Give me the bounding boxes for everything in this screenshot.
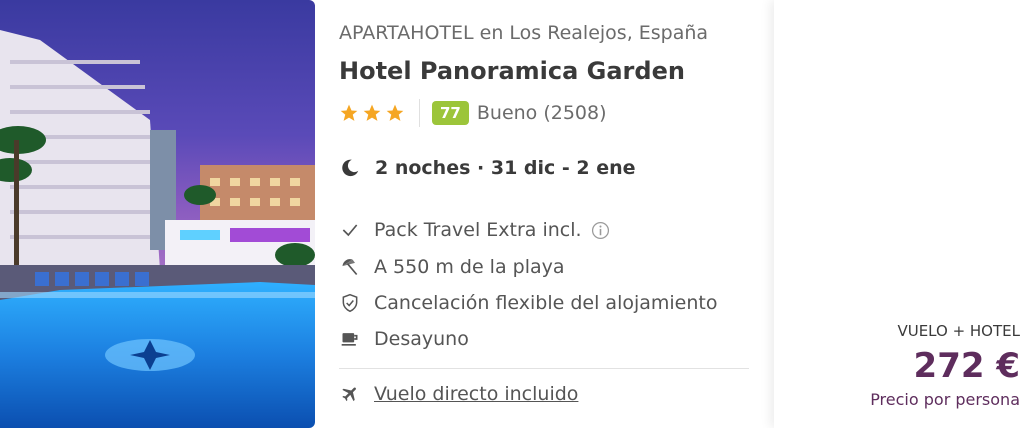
beach-umbrella-icon bbox=[339, 256, 361, 278]
coffee-cup-icon bbox=[339, 328, 361, 350]
price-panel[interactable]: VUELO + HOTEL 272 € Precio por persona bbox=[774, 0, 1036, 428]
package-type: VUELO + HOTEL bbox=[897, 322, 1020, 340]
hotel-type-location: APARTAHOTEL en Los Realejos, España bbox=[339, 22, 709, 44]
score-badge: 77 bbox=[432, 101, 469, 125]
feature-flexible-cancel: Cancelación flexible del alojamiento bbox=[339, 290, 717, 316]
moon-icon bbox=[342, 159, 359, 177]
feature-label: Cancelación flexible del alojamiento bbox=[374, 292, 718, 314]
hotel-photo[interactable] bbox=[0, 0, 315, 428]
hotel-offer-card[interactable]: APARTAHOTEL en Los Realejos, España Hote… bbox=[0, 0, 1036, 428]
feature-label: A 550 m de la playa bbox=[374, 256, 565, 278]
check-icon bbox=[339, 219, 361, 241]
shield-check-icon bbox=[339, 292, 361, 314]
info-icon[interactable] bbox=[591, 221, 610, 240]
rating-row: 77 Bueno (2508) bbox=[339, 98, 607, 128]
divider bbox=[419, 99, 420, 127]
airplane-icon bbox=[339, 383, 361, 405]
star-icon bbox=[386, 104, 404, 121]
star-rating bbox=[339, 103, 405, 123]
direct-flight-link[interactable]: Vuelo directo incluido bbox=[374, 383, 578, 405]
feature-pack-travel: Pack Travel Extra incl. bbox=[339, 217, 610, 243]
feature-label: Pack Travel Extra incl. bbox=[374, 219, 582, 241]
rating-label[interactable]: Bueno (2508) bbox=[477, 102, 607, 124]
star-icon bbox=[363, 104, 381, 121]
hotel-info: APARTAHOTEL en Los Realejos, España Hote… bbox=[339, 0, 754, 428]
price-note: Precio por persona bbox=[870, 390, 1020, 409]
divider bbox=[339, 368, 749, 369]
feature-beach-distance: A 550 m de la playa bbox=[339, 254, 565, 280]
hotel-name[interactable]: Hotel Panoramica Garden bbox=[339, 57, 685, 85]
stay-dates: 2 noches · 31 dic - 2 ene bbox=[375, 157, 636, 179]
flight-info[interactable]: Vuelo directo incluido bbox=[339, 383, 578, 405]
feature-breakfast: Desayuno bbox=[339, 326, 469, 352]
stay-summary: 2 noches · 31 dic - 2 ene bbox=[339, 157, 636, 179]
price[interactable]: 272 € bbox=[914, 346, 1020, 386]
star-icon bbox=[340, 104, 358, 121]
feature-label: Desayuno bbox=[374, 328, 469, 350]
